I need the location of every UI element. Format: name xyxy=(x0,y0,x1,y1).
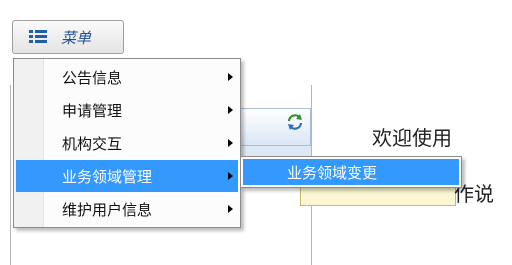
submenu-item-label: 业务领域变更 xyxy=(287,163,378,182)
menu-item-announcements[interactable]: 公告信息 xyxy=(16,61,238,93)
submenu-arrow-icon xyxy=(228,172,233,180)
dropdown-menu: 公告信息 申请管理 机构交互 业务领域管理 维护用户信息 xyxy=(13,58,241,228)
menu-item-label: 业务领域管理 xyxy=(62,167,153,186)
menu-item-label: 申请管理 xyxy=(62,101,123,120)
submenu: 业务领域变更 xyxy=(240,156,462,188)
menu-item-institutions[interactable]: 机构交互 xyxy=(16,127,238,159)
menu-item-user-info[interactable]: 维护用户信息 xyxy=(16,193,238,225)
menu-item-applications[interactable]: 申请管理 xyxy=(16,94,238,126)
submenu-item-domain-change[interactable]: 业务领域变更 xyxy=(243,159,459,185)
menu-button[interactable]: 菜单 xyxy=(12,20,124,54)
submenu-arrow-icon xyxy=(228,205,233,213)
menu-item-label: 机构交互 xyxy=(62,134,123,153)
menu-item-label: 维护用户信息 xyxy=(62,200,153,219)
menu-item-business-domain[interactable]: 业务领域管理 xyxy=(16,160,238,192)
submenu-arrow-icon xyxy=(228,73,233,81)
refresh-icon[interactable] xyxy=(285,112,305,132)
menu-button-label: 菜单 xyxy=(61,28,92,47)
submenu-arrow-icon xyxy=(228,106,233,114)
welcome-text: 欢迎使用 xyxy=(372,126,452,150)
grid-menu-icon xyxy=(29,30,47,44)
submenu-arrow-icon xyxy=(228,139,233,147)
menu-item-label: 公告信息 xyxy=(62,68,123,87)
